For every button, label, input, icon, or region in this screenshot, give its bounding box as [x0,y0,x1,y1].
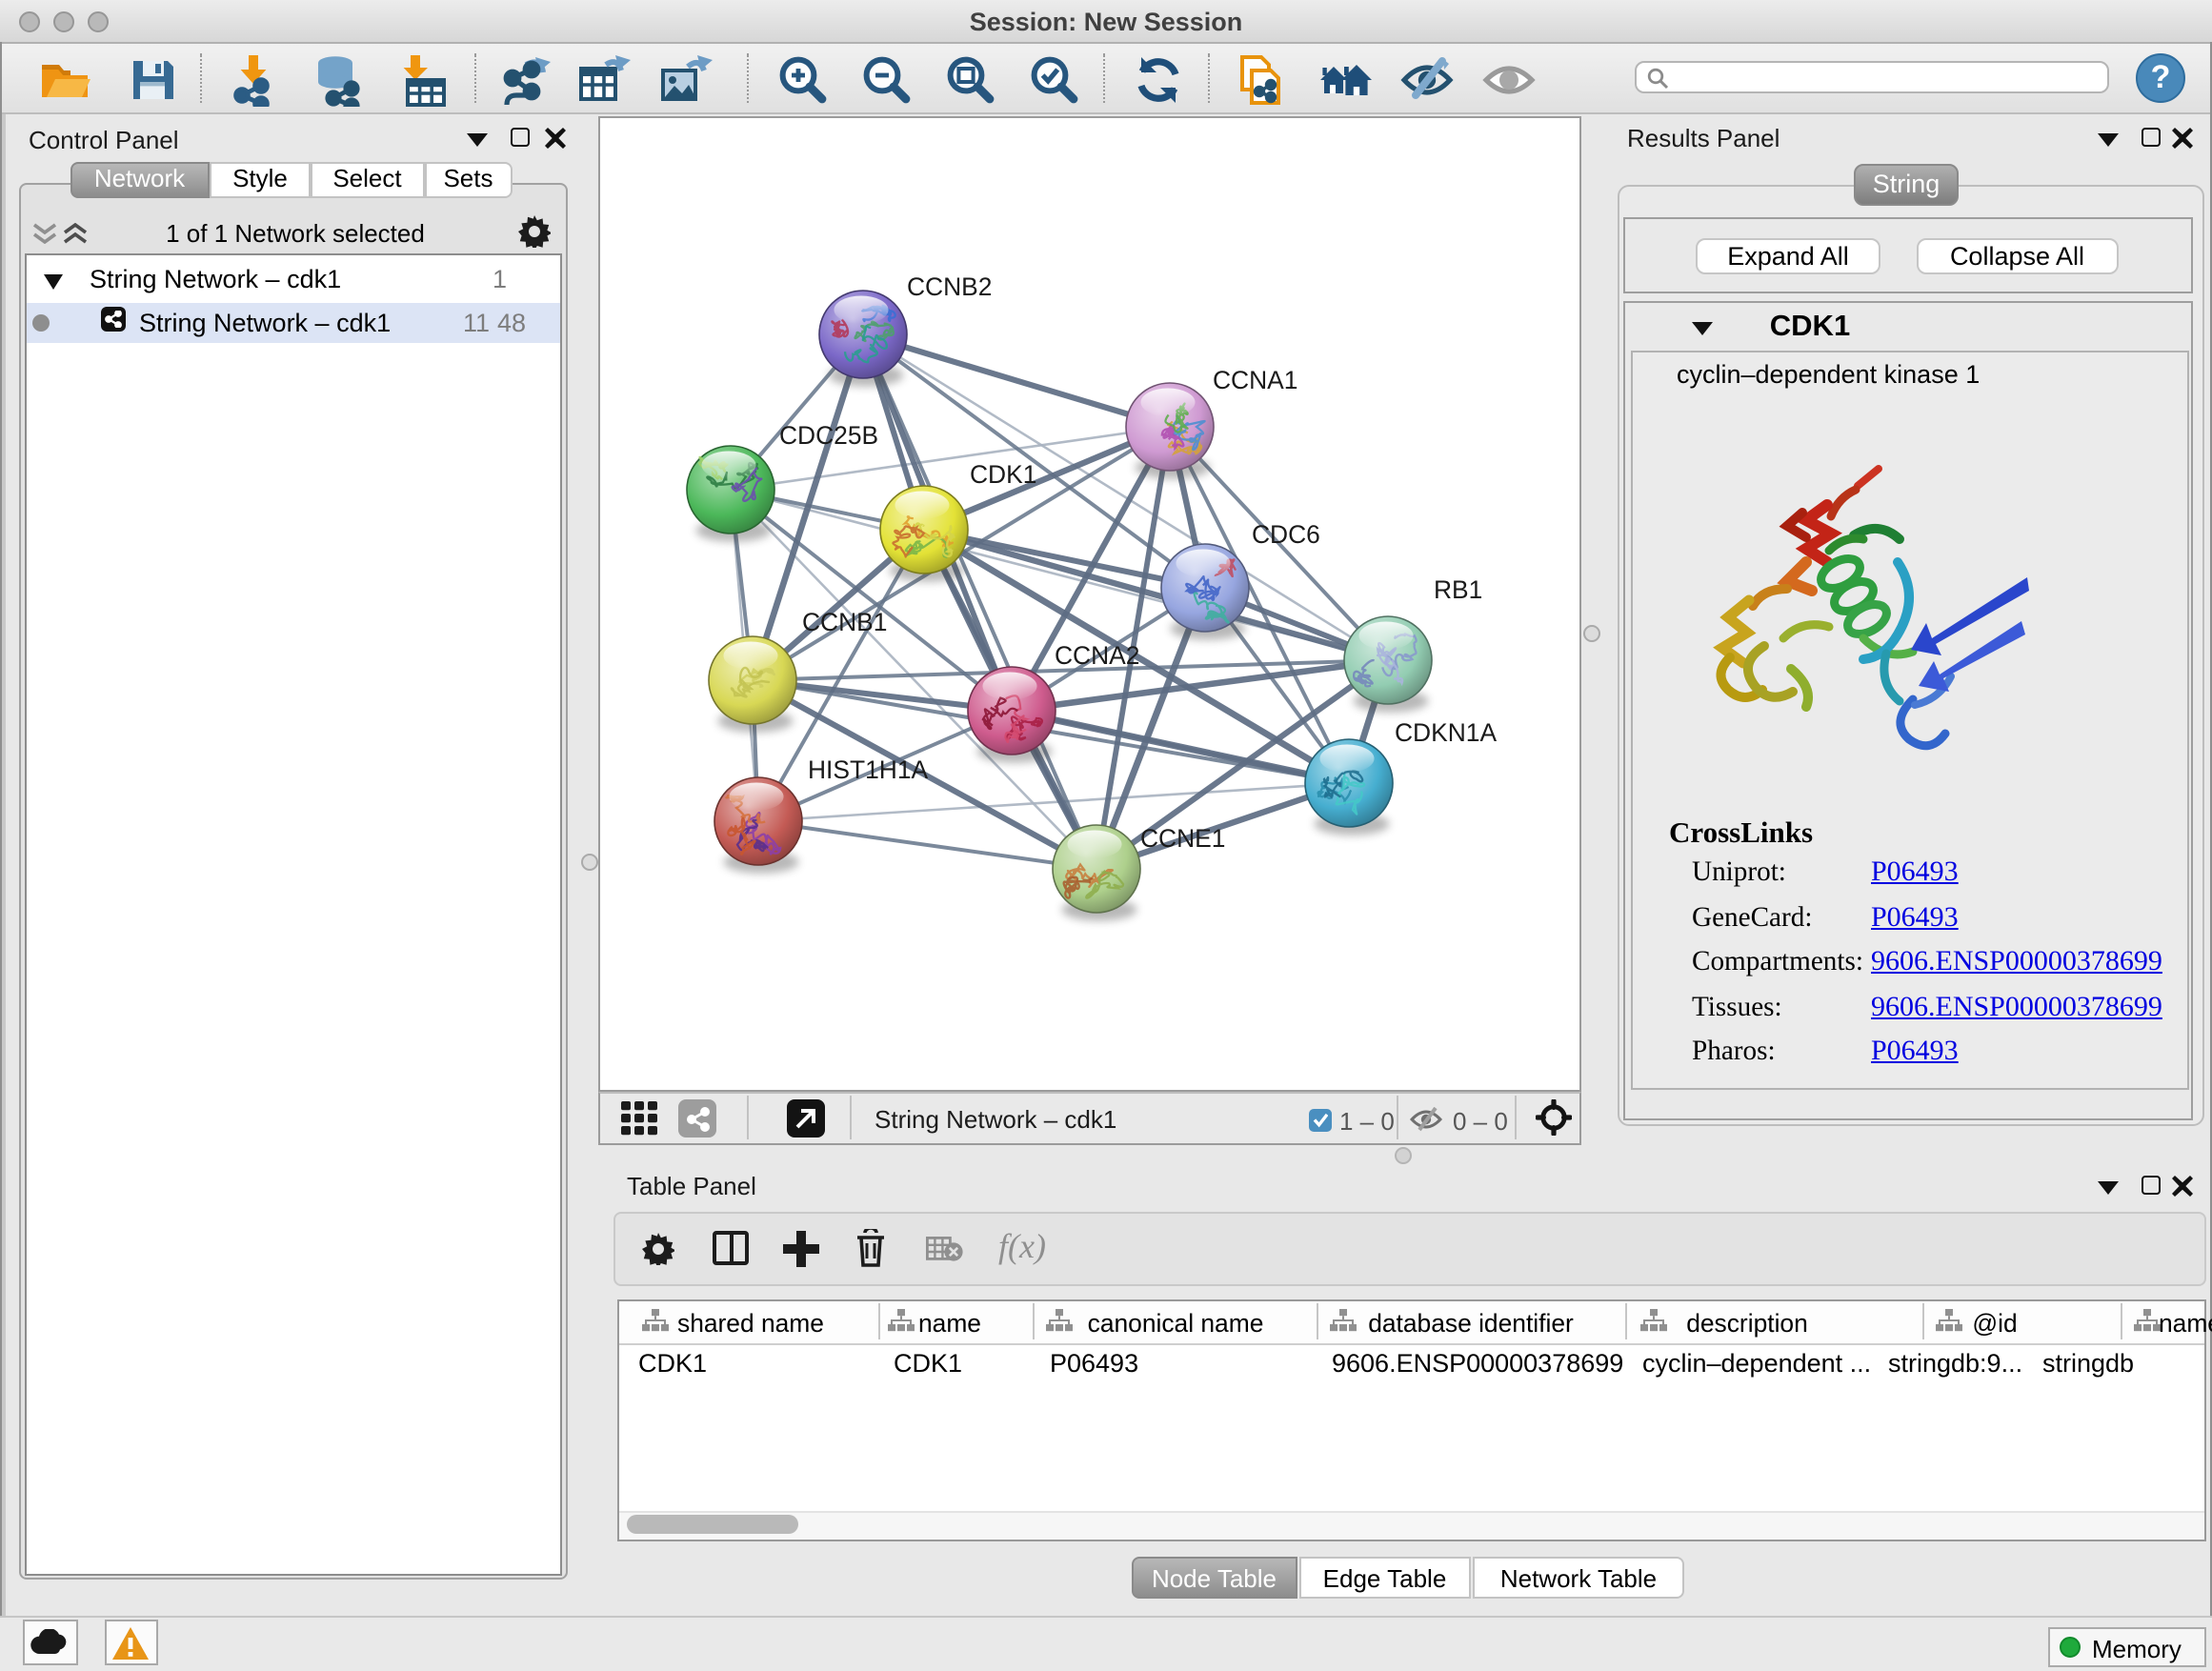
svg-text:CCNA1: CCNA1 [1213,365,1297,393]
svg-text:CCNA2: CCNA2 [1055,640,1139,669]
svg-text:RB1: RB1 [1434,574,1482,603]
svg-text:CDC25B: CDC25B [779,420,878,449]
svg-text:CDK1: CDK1 [970,459,1036,488]
svg-text:CDKN1A: CDKN1A [1395,717,1497,746]
svg-text:HIST1H1A: HIST1H1A [808,755,929,783]
svg-text:CCNB2: CCNB2 [907,272,992,300]
svg-text:CDC6: CDC6 [1252,519,1320,548]
svg-text:CCNB1: CCNB1 [802,607,887,635]
svg-text:CCNE1: CCNE1 [1140,823,1225,852]
